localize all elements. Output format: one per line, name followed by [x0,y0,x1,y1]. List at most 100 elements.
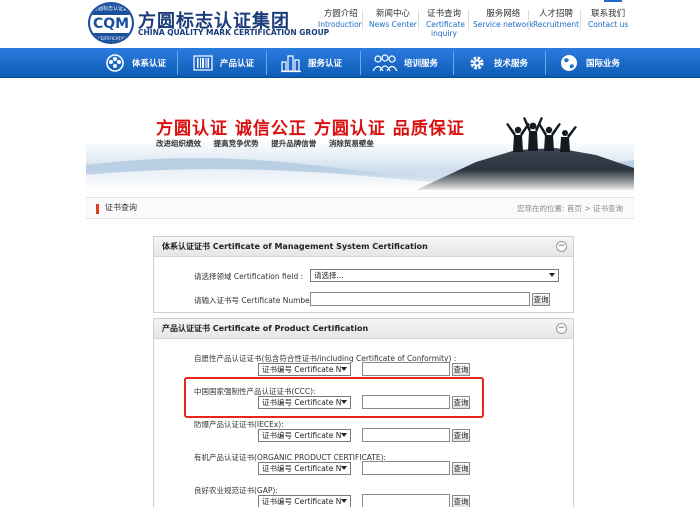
hero-banner: 方圆认证 诚信公正 方圆认证 品质保证 改进组织绩效 提高竞争优势 提升品牌信誉… [86,80,634,190]
top-nav-service-network[interactable]: 服务网络 Service network [473,9,534,30]
banner-slogan: 方圆认证 诚信公正 方圆认证 品质保证 [156,119,465,139]
select-value: 证书编号 Certificate N [262,431,342,440]
query-button[interactable]: 查询 [452,363,470,376]
chevron-down-icon [341,433,347,437]
breadcrumb-current: 证书查询 [593,204,623,213]
breadcrumb: 您现在的位置: 首页 > 证书查询 [517,203,623,214]
section-marker [96,204,99,214]
certificate-number-label: 请输入证书号 Certificate Number: [194,296,316,305]
query-button[interactable]: 查询 [452,429,470,442]
chevron-down-icon [341,367,347,371]
main-nav-label: 体系认证 [132,59,167,69]
top-nav-divider [528,10,529,30]
main-nav-service-certification[interactable]: 服务认证 [280,48,342,78]
top-nav-recruitment[interactable]: 人才招聘 Recruitment [533,9,579,30]
main-nav-label: 产品认证 [220,59,255,69]
select-value: 证书编号 Certificate N [262,464,342,473]
barcode-icon [193,55,213,71]
top-nav-label-en: Certificate inquiry [426,20,465,38]
top-nav-divider [362,10,363,30]
main-nav-divider [360,51,361,75]
breadcrumb-separator: > [584,204,591,213]
logo-top-text: 方圆标志认证集团 [90,4,132,15]
brand-name-en: CHINA QUALITY MARK CERTIFICATION GROUP [138,28,330,37]
main-nav-label: 国际业务 [586,59,621,69]
panel-title: 体系认证证书 Certificate of Management System … [162,242,428,251]
top-nav-label-cn: 证书查询 [426,9,461,19]
breadcrumb-bar: 证书查询 您现在的位置: 首页 > 证书查询 [86,197,634,219]
gap-cert-type-select[interactable]: 证书编号 Certificate N [258,495,351,507]
main-nav-technical-services[interactable]: 技术服务 [466,48,528,78]
collapse-button[interactable]: − [556,323,567,334]
top-nav-label-cn: 人才招聘 [539,9,574,19]
gap-cert-number-input[interactable] [362,494,450,507]
panel-title: 产品认证证书 Certificate of Product Certificat… [162,324,369,333]
top-nav-label-en: Recruitment [533,20,580,29]
top-nav-divider [468,10,469,30]
top-nav-news-center[interactable]: 新闻中心 News Center [369,9,417,30]
organic-cert-type-select[interactable]: 证书编号 Certificate N [258,462,351,475]
ccc-highlight-box [184,377,484,418]
query-button[interactable]: 查询 [452,462,470,475]
panel-header: 体系认证证书 Certificate of Management System … [154,237,573,257]
iecex-cert-type-select[interactable]: 证书编号 Certificate N [258,429,351,442]
main-nav-divider [545,51,546,75]
breadcrumb-location-label: 您现在的位置: [517,204,565,213]
main-nav-system-certification[interactable]: 体系认证 [104,48,166,78]
query-button[interactable]: 查询 [532,293,550,306]
main-nav-label: 技术服务 [494,59,529,69]
panel-header: 产品认证证书 Certificate of Product Certificat… [154,319,573,339]
top-nav-label-en: News Center [369,20,417,29]
select-value: 证书编号 Certificate N [262,497,342,506]
cqm-logo[interactable]: 方圆标志认证集团 CQM CERTIFICATION [88,2,134,44]
top-nav-label-en: Contact us [588,20,629,29]
certification-field-select[interactable]: 请选择... [310,269,559,282]
iecex-cert-number-input[interactable] [362,428,450,442]
breadcrumb-home-link[interactable]: 首页 [567,204,582,213]
top-nav-label-cn: 联系我们 [591,9,626,19]
main-nav-divider [453,51,454,75]
top-nav-label-en: Service network [473,20,534,29]
main-nav: 体系认证 产品认证 服务认证 培训服务 技术服务 国际业务 [0,48,700,78]
page-title: 证书查询 [105,203,137,212]
voluntary-cert-number-input[interactable] [362,362,450,376]
page: 方圆标志认证集团 CQM CERTIFICATION 方圆标志认证集团 CHIN… [0,0,700,507]
select-value: 证书编号 Certificate N [262,365,342,374]
top-nav-certificate-inquiry[interactable]: 证书查询 Certificate inquiry [426,9,465,38]
voluntary-cert-type-select[interactable]: 证书编号 Certificate N [258,363,351,376]
chevron-down-icon [341,499,347,503]
management-certificate-panel: 体系认证证书 Certificate of Management System … [153,236,574,313]
top-nav-label-en: Introduction [318,20,364,29]
gear-icon [470,56,484,70]
main-nav-divider [266,51,267,75]
certificate-number-input[interactable] [310,292,530,306]
buildings-icon [281,55,301,73]
chevron-down-icon [341,466,347,470]
people-icon [372,54,398,72]
main-nav-label: 培训服务 [404,59,439,69]
banner-subtitle: 改进组织绩效 提高竞争优势 提升品牌信誉 消除贸易壁垒 [156,139,374,148]
chevron-down-icon [549,273,555,277]
top-nav-label-cn: 服务网络 [486,9,521,19]
logo-letters: CQM [92,16,130,32]
top-nav-divider [418,10,419,30]
top-nav-contact-us[interactable]: 联系我们 Contact us [588,9,628,30]
header-accent-bar [604,0,622,2]
top-nav-label-cn: 新闻中心 [375,9,410,19]
main-nav-divider [177,51,178,75]
logo-bottom-text: CERTIFICATION [90,33,132,42]
globe-icon [561,55,577,71]
site-header: 方圆标志认证集团 CQM CERTIFICATION 方圆标志认证集团 CHIN… [0,0,700,48]
collapse-button[interactable]: − [556,241,567,252]
main-nav-product-certification[interactable]: 产品认证 [192,48,254,78]
top-nav-introduction[interactable]: 方圆介绍 Introduction [318,9,363,30]
top-nav-divider [580,10,581,30]
query-button[interactable]: 查询 [452,495,470,507]
main-nav-label: 服务认证 [308,59,343,69]
certification-field-label: 请选择领域 Certification field : [194,272,304,281]
main-nav-training-services[interactable]: 培训服务 [372,48,438,78]
top-nav-label-cn: 方圆介绍 [323,9,358,19]
select-value: 请选择... [314,271,344,280]
organic-cert-number-input[interactable] [362,461,450,475]
main-nav-international-business[interactable]: 国际业务 [558,48,620,78]
